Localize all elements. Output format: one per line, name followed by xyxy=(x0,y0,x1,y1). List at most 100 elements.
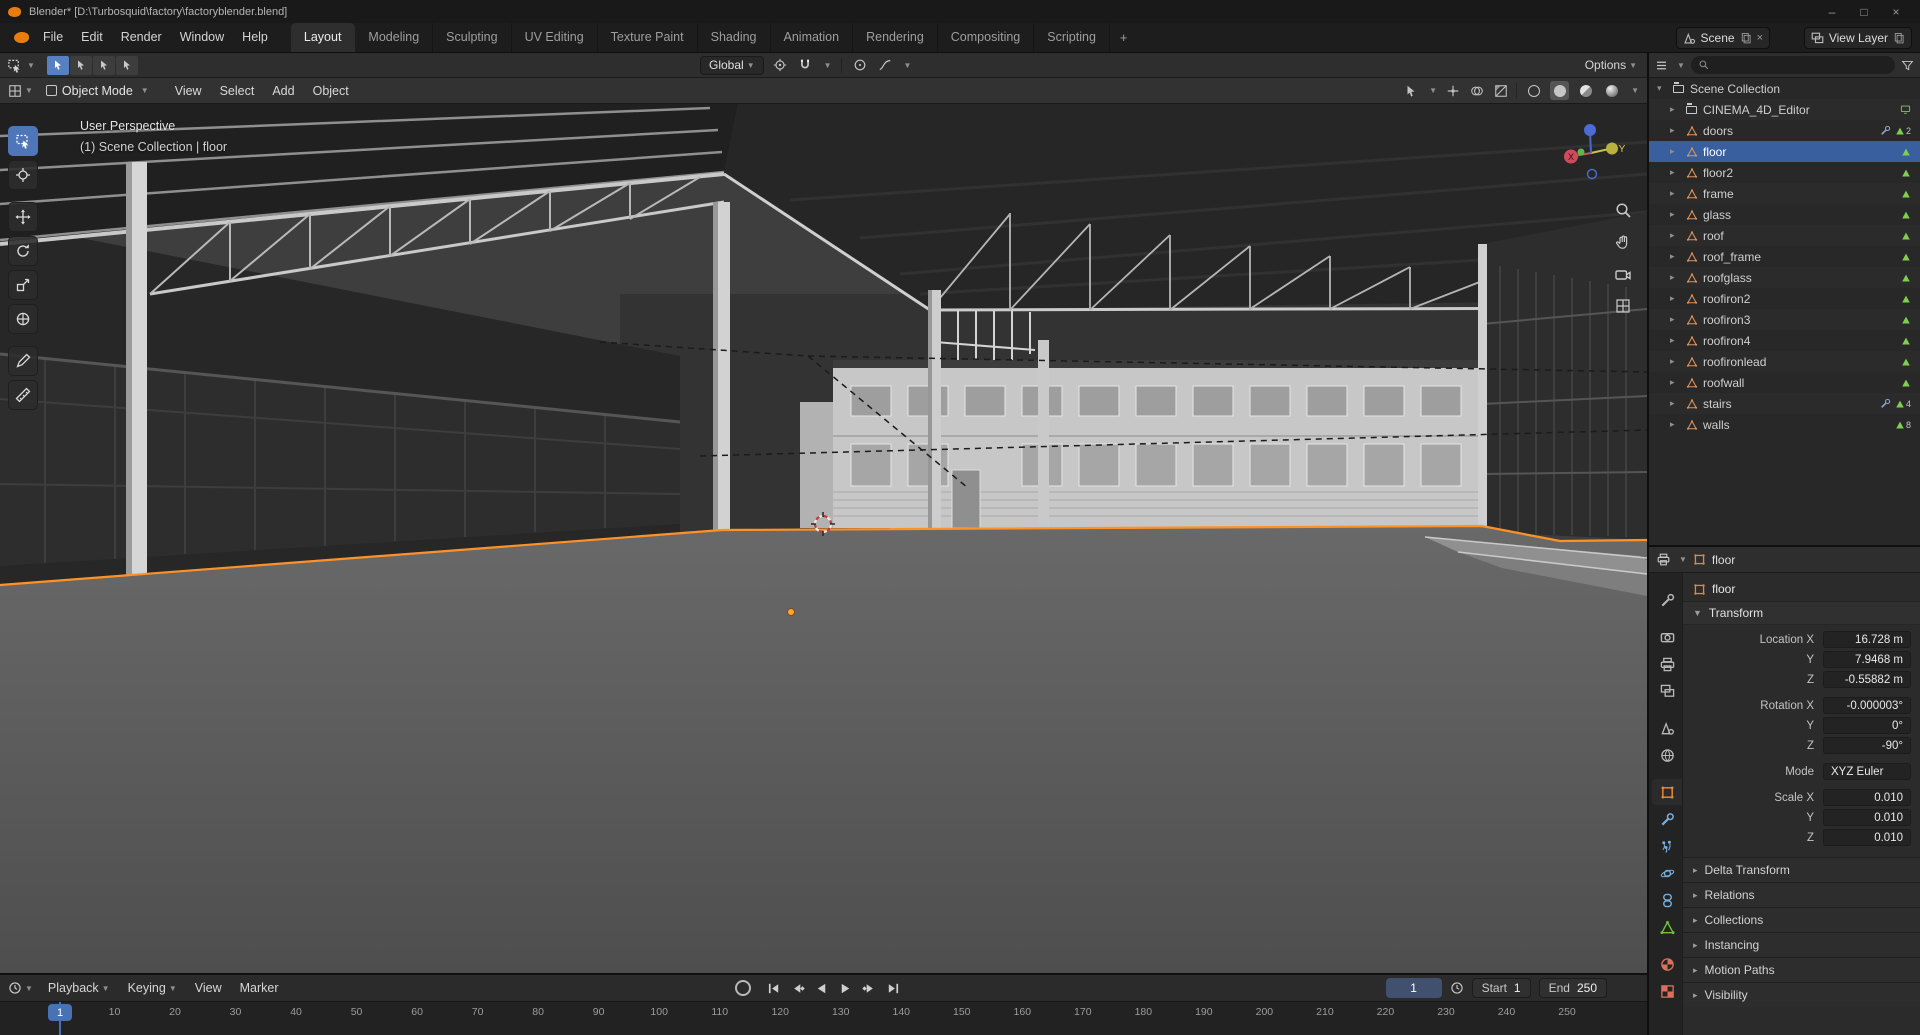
play-button[interactable] xyxy=(835,978,856,998)
workspace-tab-sculpting[interactable]: Sculpting xyxy=(433,23,511,52)
auto-keying-toggle[interactable] xyxy=(735,980,751,996)
measure-tool-button[interactable] xyxy=(8,380,38,410)
field-scale-x[interactable]: 0.010 xyxy=(1823,789,1911,806)
shading-wireframe-icon[interactable] xyxy=(1524,81,1543,100)
outliner-row-roofiron2[interactable]: ▸roofiron2 xyxy=(1649,288,1920,309)
field-y[interactable]: 0° xyxy=(1823,717,1911,734)
timeline-editor-selector[interactable]: ▼ xyxy=(8,981,33,995)
chevron-down-icon[interactable]: ▼ xyxy=(1631,86,1639,95)
transform-tool-button[interactable] xyxy=(8,304,38,334)
jump-to-prev-keyframe-button[interactable] xyxy=(787,978,808,998)
select-mode-intersect-icon[interactable] xyxy=(116,56,138,75)
viewport-menu-select[interactable]: Select xyxy=(211,84,264,98)
jump-to-end-button[interactable] xyxy=(883,978,904,998)
view-layer-selector[interactable]: View Layer xyxy=(1804,27,1912,49)
outliner-row-roofiron3[interactable]: ▸roofiron3 xyxy=(1649,309,1920,330)
mesh-data-icon[interactable] xyxy=(1901,168,1911,178)
field-z[interactable]: -90° xyxy=(1823,737,1911,754)
mesh-data-icon[interactable] xyxy=(1901,210,1911,220)
transform-panel-header[interactable]: ▼ Transform xyxy=(1683,601,1920,625)
disclosure-arrow-icon[interactable]: ▸ xyxy=(1670,419,1683,430)
jump-to-next-keyframe-button[interactable] xyxy=(859,978,880,998)
disclosure-arrow-icon[interactable]: ▸ xyxy=(1670,272,1683,283)
properties-tab-output[interactable] xyxy=(1652,651,1682,677)
toggle-xray-icon[interactable] xyxy=(1492,82,1509,99)
disclosure-arrow-icon[interactable]: ▸ xyxy=(1670,209,1683,220)
frame-start-field[interactable]: Start 1 xyxy=(1472,978,1531,998)
viewport-menu-add[interactable]: Add xyxy=(263,84,303,98)
mesh-data-icon[interactable] xyxy=(1901,231,1911,241)
disclosure-arrow-icon[interactable]: ▸ xyxy=(1670,293,1683,304)
viewport-3d[interactable]: User Perspective (1) Scene Collection | … xyxy=(0,104,1647,973)
disclosure-arrow-icon[interactable]: ▸ xyxy=(1670,167,1683,178)
properties-tab-material[interactable] xyxy=(1652,951,1682,977)
outliner-row-frame[interactable]: ▸frame xyxy=(1649,183,1920,204)
modifier-icon[interactable] xyxy=(1880,398,1891,409)
blender-menu-button[interactable] xyxy=(8,23,34,52)
workspace-tab-shading[interactable]: Shading xyxy=(698,23,771,52)
cursor-tool-button[interactable] xyxy=(8,160,38,190)
outliner-row-stairs[interactable]: ▸stairs4 xyxy=(1649,393,1920,414)
panel-motion-paths[interactable]: ▸Motion Paths xyxy=(1683,957,1920,982)
disclosure-arrow-icon[interactable]: ▸ xyxy=(1670,104,1683,115)
mesh-data-icon[interactable] xyxy=(1901,378,1911,388)
properties-tab-particles[interactable] xyxy=(1652,833,1682,859)
viewport-canvas[interactable] xyxy=(0,104,1647,973)
frame-end-field[interactable]: End 250 xyxy=(1539,978,1607,998)
panel-delta-transform[interactable]: ▸Delta Transform xyxy=(1683,857,1920,882)
rotate-tool-button[interactable] xyxy=(8,236,38,266)
disclosure-arrow-icon[interactable]: ▾ xyxy=(1657,83,1670,94)
outliner-row-roof_frame[interactable]: ▸roof_frame xyxy=(1649,246,1920,267)
new-scene-button[interactable] xyxy=(1740,32,1752,44)
active-tool-selector[interactable]: ▼ xyxy=(7,58,35,73)
workspace-tab-texture-paint[interactable]: Texture Paint xyxy=(598,23,698,52)
outliner-row-roofglass[interactable]: ▸roofglass xyxy=(1649,267,1920,288)
menu-edit[interactable]: Edit xyxy=(72,23,112,52)
properties-tab-constraints[interactable] xyxy=(1652,887,1682,913)
workspace-tab-compositing[interactable]: Compositing xyxy=(938,23,1034,52)
maximize-button[interactable]: □ xyxy=(1848,5,1880,19)
timeline-menu-view[interactable]: View xyxy=(186,981,231,995)
properties-tab-texture[interactable] xyxy=(1652,978,1682,1004)
minimize-button[interactable]: – xyxy=(1816,5,1848,19)
disclosure-arrow-icon[interactable]: ▸ xyxy=(1670,335,1683,346)
shading-rendered-icon[interactable] xyxy=(1602,81,1621,100)
outliner-row-doors[interactable]: ▸doors2 xyxy=(1649,120,1920,141)
current-frame-field[interactable]: 1 xyxy=(1386,978,1442,998)
proportional-editing-icon[interactable] xyxy=(851,56,869,74)
scale-tool-button[interactable] xyxy=(8,270,38,300)
properties-tab-view-layer[interactable] xyxy=(1652,678,1682,704)
mesh-data-icon[interactable]: 4 xyxy=(1895,399,1911,409)
overlays-icon[interactable] xyxy=(1468,82,1485,99)
disclosure-arrow-icon[interactable]: ▸ xyxy=(1670,398,1683,409)
gizmo-icon[interactable] xyxy=(1444,82,1461,99)
current-frame-badge[interactable]: 1 xyxy=(48,1004,72,1021)
timeline-ruler[interactable]: 1020304050607080901001101201301401501601… xyxy=(0,1001,1647,1035)
mode-dropdown[interactable]: Object Mode ▼ xyxy=(39,81,156,101)
outliner-row-floor2[interactable]: ▸floor2 xyxy=(1649,162,1920,183)
panel-visibility[interactable]: ▸Visibility xyxy=(1683,982,1920,1007)
outliner-row-scene-collection[interactable]: ▾Scene Collection xyxy=(1649,78,1920,99)
workspace-tab-scripting[interactable]: Scripting xyxy=(1034,23,1110,52)
workspace-tab-uv-editing[interactable]: UV Editing xyxy=(512,23,598,52)
jump-to-start-button[interactable] xyxy=(763,978,784,998)
scene-selector[interactable]: Scene × xyxy=(1676,27,1770,49)
disclosure-arrow-icon[interactable]: ▸ xyxy=(1670,188,1683,199)
workspace-tab-layout[interactable]: Layout xyxy=(291,23,356,52)
mesh-data-icon[interactable] xyxy=(1901,294,1911,304)
field-z[interactable]: 0.010 xyxy=(1823,829,1911,846)
field-y[interactable]: 7.9468 m xyxy=(1823,651,1911,668)
screen-icon[interactable] xyxy=(1900,104,1911,115)
field-location-x[interactable]: 16.728 m xyxy=(1823,631,1911,648)
zoom-icon[interactable] xyxy=(1613,200,1633,220)
unlink-scene-button[interactable]: × xyxy=(1757,32,1763,44)
field-y[interactable]: 0.010 xyxy=(1823,809,1911,826)
mesh-data-icon[interactable]: 2 xyxy=(1895,126,1911,136)
mesh-data-icon[interactable]: 8 xyxy=(1895,420,1911,430)
modifier-icon[interactable] xyxy=(1880,125,1891,136)
annotate-tool-button[interactable] xyxy=(8,346,38,376)
shading-solid-icon[interactable] xyxy=(1550,81,1569,100)
workspace-tab-rendering[interactable]: Rendering xyxy=(853,23,938,52)
select-mode-subtract-icon[interactable] xyxy=(93,56,115,75)
menu-render[interactable]: Render xyxy=(112,23,171,52)
